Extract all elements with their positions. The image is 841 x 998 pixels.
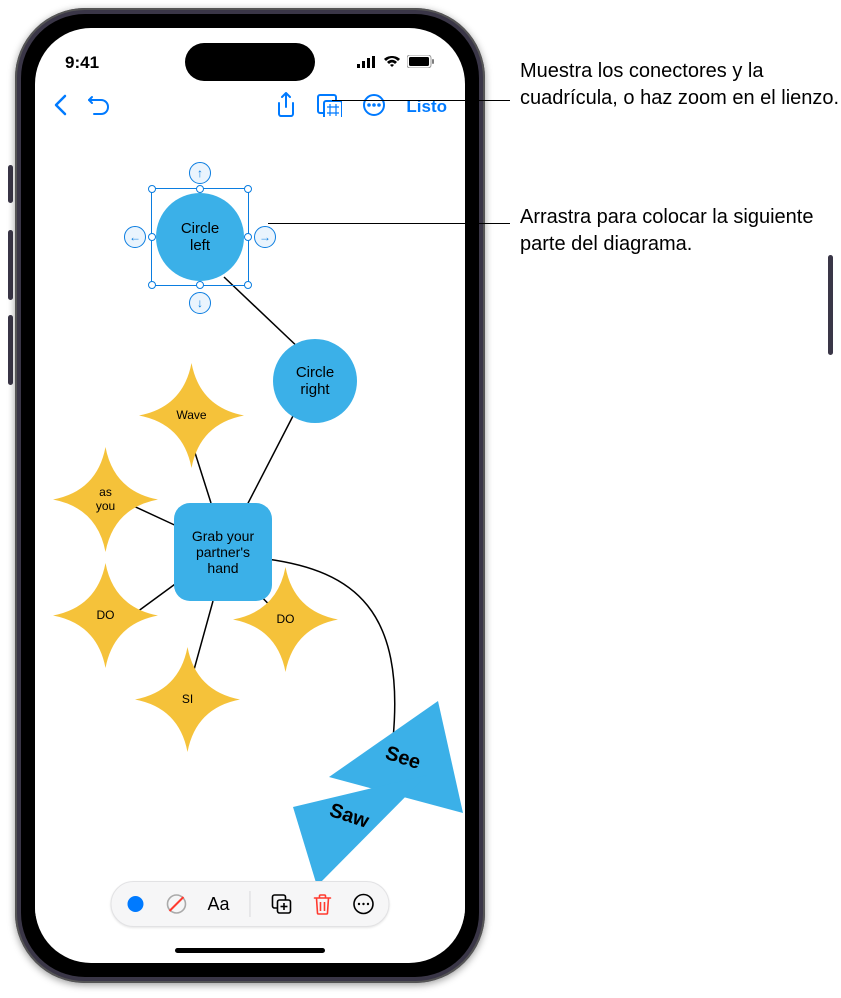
shape-label: as you [96, 486, 115, 514]
callout-drag: Arrastra para colocar la siguiente parte… [520, 204, 840, 258]
grid-zoom-button[interactable] [308, 87, 350, 128]
callout-grid: Muestra los conectores y la cuadrícula, … [520, 58, 840, 112]
connector-handle-left[interactable]: ← [124, 226, 146, 248]
cellular-icon [357, 53, 377, 73]
fill-tool[interactable] [125, 894, 145, 914]
share-button[interactable] [268, 86, 304, 129]
shape-label: SI [182, 693, 193, 707]
back-button[interactable] [45, 88, 75, 127]
home-indicator [175, 948, 325, 953]
text-style-tool[interactable]: Aa [207, 894, 229, 915]
divider [250, 891, 251, 917]
more-button[interactable] [354, 87, 394, 128]
done-button[interactable]: Listo [398, 91, 455, 123]
shape-label: Circle right [296, 364, 334, 399]
shape-star-si[interactable]: SI [135, 647, 240, 752]
callout-leader [268, 223, 510, 224]
shape-grab-square[interactable]: Grab your partner's hand [174, 503, 272, 601]
dynamic-island [185, 43, 315, 81]
shape-triangle-saw[interactable]: Saw [293, 771, 433, 891]
callout-leader [332, 100, 510, 101]
no-stroke-tool[interactable] [165, 893, 187, 915]
shape-label: DO [277, 613, 295, 627]
shape-label: Grab your partner's hand [192, 528, 254, 576]
battery-icon [407, 53, 435, 73]
shape-label: DO [97, 609, 115, 623]
undo-button[interactable] [79, 88, 119, 127]
connector-handle-up[interactable]: ↑ [189, 162, 211, 184]
drawing-canvas[interactable]: Circle left ↑ ↓ ← → Circ [35, 131, 465, 916]
top-toolbar: Listo [35, 83, 465, 131]
wifi-icon [383, 53, 401, 73]
connector-handle-down[interactable]: ↓ [189, 292, 211, 314]
connector-handle-right[interactable]: → [254, 226, 276, 248]
phone-frame: 9:41 [15, 8, 485, 983]
delete-tool[interactable] [313, 893, 333, 915]
selection-box [151, 188, 249, 286]
shape-label: Wave [176, 409, 206, 423]
clock: 9:41 [65, 53, 99, 73]
shape-circle-right[interactable]: Circle right [273, 339, 357, 423]
shape-star-asyou[interactable]: as you [53, 447, 158, 552]
bottom-toolbar: Aa [110, 881, 389, 927]
duplicate-tool[interactable] [271, 893, 293, 915]
more-tool[interactable] [353, 893, 375, 915]
